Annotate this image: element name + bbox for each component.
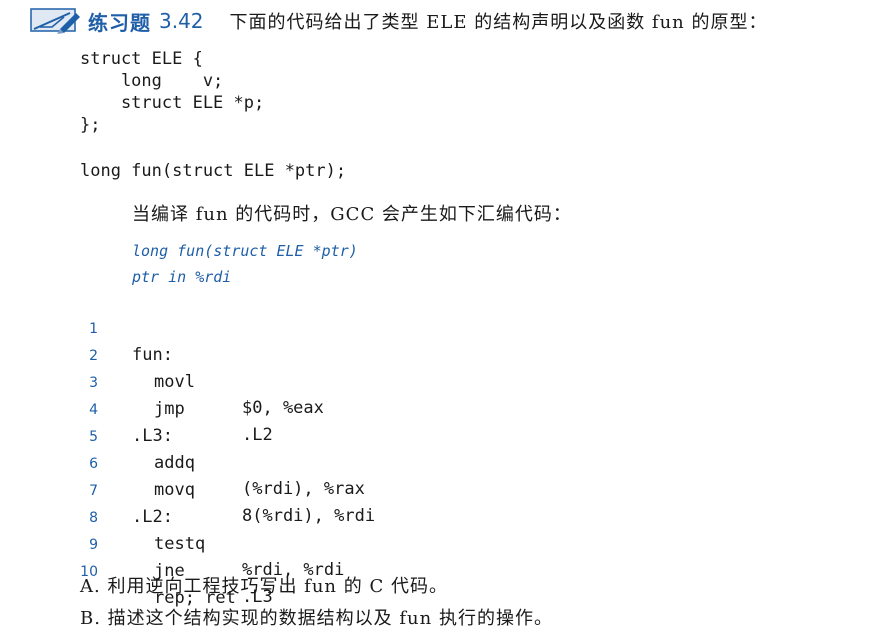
struct-line: }; [80,115,101,135]
asm-line: 5 addq (%rdi), %rax [70,398,570,499]
struct-line: struct ELE *p; [80,93,265,113]
question-b: B. 描述这个结构实现的数据结构以及 fun 执行的操作。 [80,608,553,629]
struct-line: struct ELE { [80,49,203,69]
struct-line: long v; [80,71,224,91]
asm-comment-register: ptr in %rdi [132,268,232,286]
function-prototype: long fun(struct ELE *ptr); [80,161,347,181]
asm-line: 4 .L3: [70,371,570,446]
exercise-number: 3.42 [159,9,204,33]
asm-line: 6 movq 8(%rdi), %rdi [70,425,570,526]
exercise-label: 练习题 [88,10,151,35]
exercise-pencil-icon [30,8,80,34]
asm-line: 9 jne .L3 [70,506,570,607]
asm-line: 7 .L2: [70,452,570,527]
asm-line: 3 jmp .L2 [70,344,570,445]
asm-comment-signature: long fun(struct ELE *ptr) [132,242,358,260]
asm-line: 10 rep; ret [70,533,570,608]
exercise-text: 下面的代码给出了类型 ELE 的结构声明以及函数 fun 的原型： [229,12,768,33]
question-a: A. 利用逆向工程技巧写出 fun 的 C 代码。 [80,576,448,597]
asm-line: 2 movl $0, %eax [70,317,570,418]
intro-paragraph: 当编译 fun 的代码时，GCC 会产生如下汇编代码： [132,204,572,225]
asm-line: 8 testq %rdi, %rdi [70,479,570,580]
exercise-header: 练习题 3.42 下面的代码给出了类型 ELE 的结构声明以及函数 fun 的原… [30,6,768,36]
asm-line: 1 fun: [70,290,570,365]
